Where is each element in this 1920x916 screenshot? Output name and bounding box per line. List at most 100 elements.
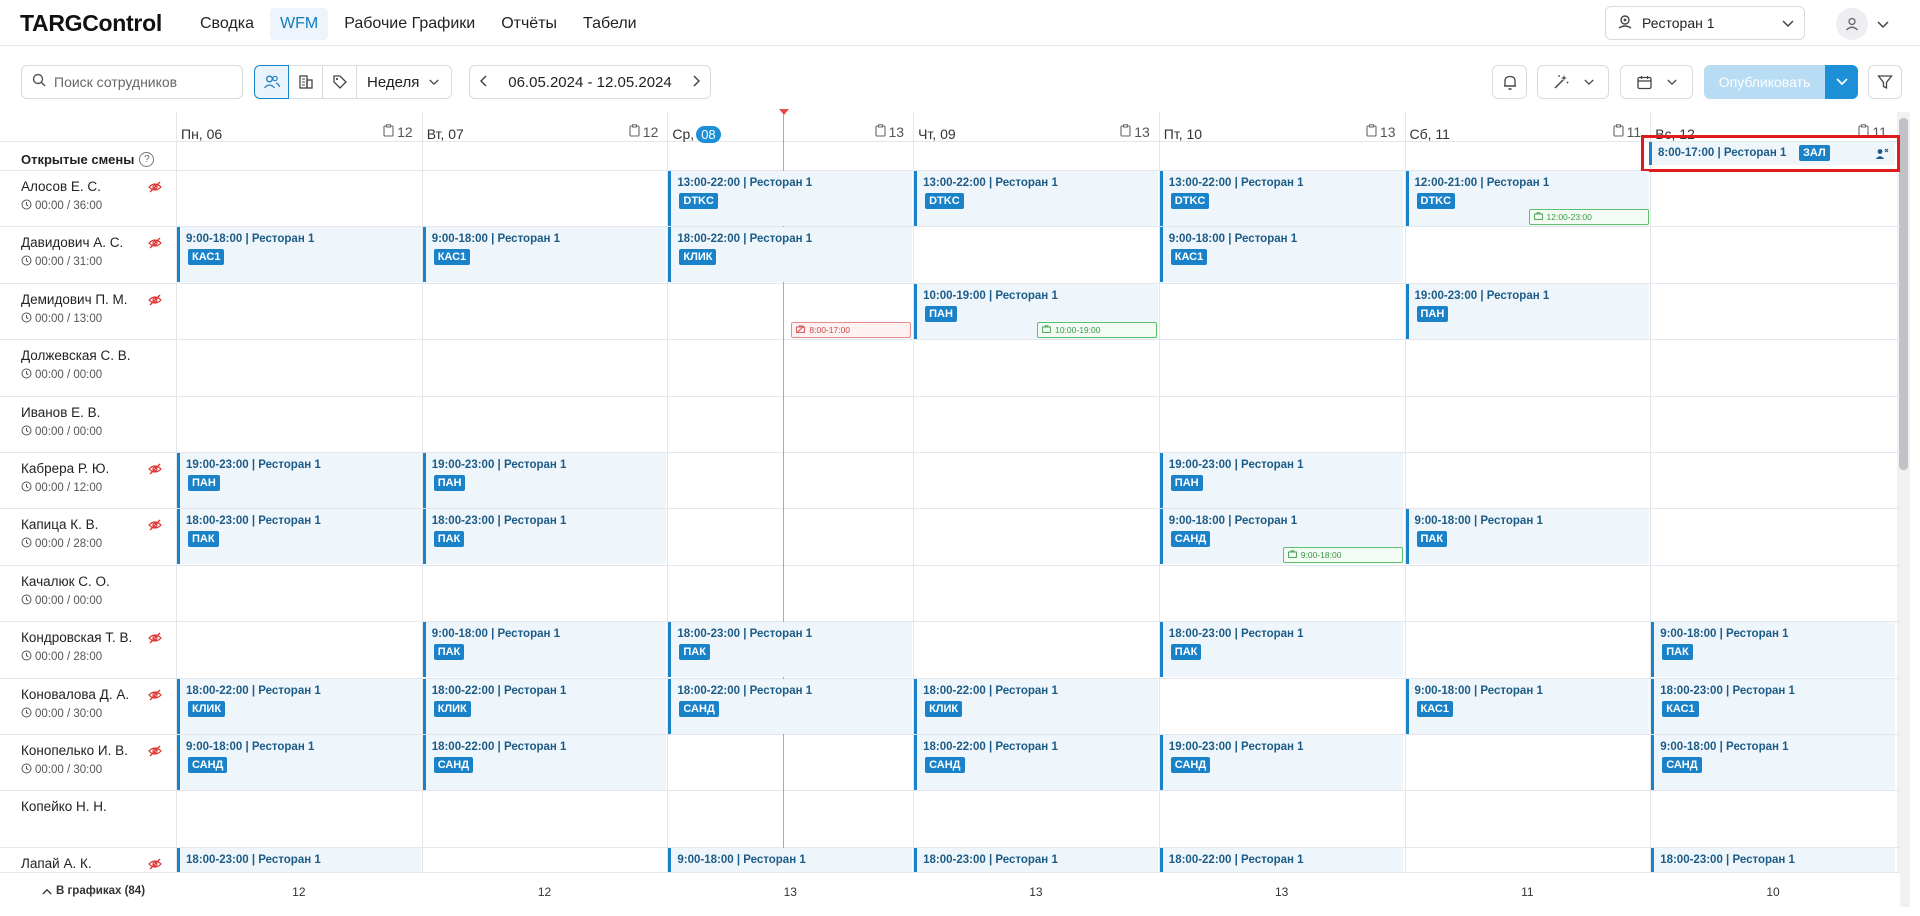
shift-card[interactable]: 18:00-23:00 | Ресторан 1 ПАК: [177, 509, 421, 565]
shift-card[interactable]: 9:00-18:00 | Ресторан 1 КАС1: [1405, 678, 1650, 734]
employee-cell[interactable]: Качалюк С. О. 00:00 / 00:00: [21, 574, 171, 608]
help-icon[interactable]: ?: [139, 152, 155, 167]
restaurant-select[interactable]: Ресторан 1: [1605, 6, 1805, 40]
auto-schedule-button[interactable]: [1537, 65, 1609, 99]
shift-card[interactable]: 18:00-23:00 | Ресторан 1: [914, 847, 1158, 872]
day-header[interactable]: Ср, 08 13: [672, 124, 912, 144]
user-avatar[interactable]: [1836, 8, 1868, 40]
shift-card[interactable]: 18:00-23:00 | Ресторан 1: [177, 847, 421, 872]
collapse-scheduled-toggle[interactable]: В графиках (84): [42, 885, 145, 897]
shift-card[interactable]: 18:00-22:00 | Ресторан 1 САНД: [422, 735, 667, 790]
shift-card[interactable]: 18:00-23:00 | Ресторан 1 КАС1: [1651, 678, 1895, 734]
day-header[interactable]: Сб, 11 11: [1410, 124, 1650, 144]
nav-link[interactable]: Отчёты: [491, 8, 567, 40]
shift-card[interactable]: 19:00-23:00 | Ресторан 1 ПАН: [422, 453, 667, 508]
shift-card[interactable]: 9:00-18:00 | Ресторан 1 ПАК: [422, 622, 667, 678]
shift-card[interactable]: 13:00-22:00 | Ресторан 1 DTKC: [914, 171, 1158, 226]
day-header[interactable]: Чт, 09 13: [918, 124, 1158, 144]
employee-cell[interactable]: Алосов Е. С. 00:00 / 36:00: [21, 179, 171, 213]
employee-cell[interactable]: Должевская С. В. 00:00 / 00:00: [21, 348, 171, 382]
shift-card[interactable]: 13:00-22:00 | Ресторан 1 DTKC: [1159, 171, 1404, 226]
shift-card[interactable]: 18:00-22:00 | Ресторан 1 САНД: [668, 678, 913, 734]
open-shift-card[interactable]: 8:00-17:00 | Ресторан 1 ЗАЛ: [1649, 142, 1895, 165]
employee-cell[interactable]: Коновалова Д. А. 00:00 / 30:00: [21, 687, 171, 721]
shift-card[interactable]: 18:00-23:00 | Ресторан 1 ПАК: [668, 622, 913, 678]
eye-off-icon[interactable]: [148, 236, 162, 254]
shift-card[interactable]: 9:00-18:00 | Ресторан 1: [668, 847, 913, 872]
publish-options-button[interactable]: [1825, 65, 1858, 99]
calendar-menu-button[interactable]: [1620, 65, 1693, 99]
publish-button[interactable]: Опубликовать: [1704, 65, 1825, 99]
employee-name[interactable]: Копейко Н. Н.: [21, 799, 171, 814]
eye-off-icon[interactable]: [148, 462, 162, 480]
availability-chip[interactable]: 9:00-18:00: [1282, 547, 1403, 564]
shift-card[interactable]: 19:00-23:00 | Ресторан 1 ПАН: [1159, 453, 1404, 508]
date-range-label[interactable]: 06.05.2024 - 12.05.2024: [508, 74, 671, 91]
search-input[interactable]: [54, 74, 234, 90]
day-header[interactable]: Пн, 06 12: [181, 124, 421, 144]
nav-link[interactable]: Сводка: [190, 8, 264, 40]
eye-off-icon[interactable]: [148, 744, 162, 762]
eye-off-icon[interactable]: [148, 293, 162, 311]
employee-cell[interactable]: Конопелько И. В. 00:00 / 30:00: [21, 743, 171, 777]
shift-card[interactable]: 13:00-22:00 | Ресторан 1 DTKC: [668, 171, 913, 226]
eye-off-icon[interactable]: [148, 688, 162, 706]
shift-card[interactable]: 9:00-18:00 | Ресторан 1 КАС1: [422, 227, 667, 283]
nav-link[interactable]: WFM: [270, 8, 329, 40]
shift-card[interactable]: 18:00-23:00 | Ресторан 1: [1651, 847, 1895, 872]
eye-off-icon[interactable]: [148, 631, 162, 649]
calendar-icon: [1637, 75, 1652, 89]
shift-card[interactable]: 18:00-22:00 | Ресторан 1 КЛИК: [914, 678, 1158, 734]
app-logo[interactable]: TARGControl: [20, 10, 162, 37]
employee-name[interactable]: Иванов Е. В.: [21, 405, 171, 420]
notifications-button[interactable]: [1492, 65, 1527, 99]
shift-card[interactable]: 9:00-18:00 | Ресторан 1 КАС1: [177, 227, 421, 283]
shift-card[interactable]: 18:00-23:00 | Ресторан 1 ПАК: [422, 509, 667, 565]
shift-card[interactable]: 19:00-23:00 | Ресторан 1 САНД: [1159, 735, 1404, 790]
employee-cell[interactable]: Давидович А. С. 00:00 / 31:00: [21, 235, 171, 269]
employee-name[interactable]: Должевская С. В.: [21, 348, 171, 363]
view-by-employees-button[interactable]: [254, 65, 289, 99]
user-menu-chevron-icon[interactable]: [1877, 16, 1889, 34]
unavailability-chip[interactable]: 8:00-17:00: [791, 321, 912, 338]
employee-cell[interactable]: Копейко Н. Н.: [21, 799, 171, 814]
day-header[interactable]: Вт, 07 12: [427, 124, 667, 144]
employee-cell[interactable]: Иванов Е. В. 00:00 / 00:00: [21, 405, 171, 439]
employee-cell[interactable]: Кабрера Р. Ю. 00:00 / 12:00: [21, 461, 171, 495]
assign-user-icon[interactable]: [1875, 147, 1889, 165]
day-header[interactable]: Пт, 10 13: [1164, 124, 1404, 144]
shift-card[interactable]: 18:00-22:00 | Ресторан 1 КЛИК: [668, 227, 913, 283]
shift-card[interactable]: 18:00-23:00 | Ресторан 1 ПАК: [1159, 622, 1404, 678]
view-by-locations-button[interactable]: [288, 65, 323, 99]
filter-button[interactable]: [1868, 65, 1902, 99]
employee-name[interactable]: Качалюк С. О.: [21, 574, 171, 589]
employee-cell[interactable]: Демидович П. М. 00:00 / 13:00: [21, 292, 171, 326]
eye-off-icon[interactable]: [148, 180, 162, 198]
shift-card[interactable]: 18:00-22:00 | Ресторан 1: [1159, 847, 1404, 872]
shift-card[interactable]: 18:00-22:00 | Ресторан 1 САНД: [914, 735, 1158, 790]
shift-card[interactable]: 19:00-23:00 | Ресторан 1 ПАН: [177, 453, 421, 508]
shift-time: 18:00-23:00 | Ресторан 1: [1660, 684, 1795, 697]
nav-link[interactable]: Рабочие Графики: [334, 8, 485, 40]
shift-card[interactable]: 9:00-18:00 | Ресторан 1 ПАК: [1405, 509, 1650, 565]
availability-chip[interactable]: 12:00-23:00: [1528, 209, 1649, 225]
view-by-tags-button[interactable]: [322, 65, 357, 99]
shift-card[interactable]: 18:00-22:00 | Ресторан 1 КЛИК: [177, 678, 421, 734]
availability-chip[interactable]: 10:00-19:00: [1037, 321, 1158, 338]
eye-off-icon[interactable]: [148, 518, 162, 536]
shift-card[interactable]: 18:00-22:00 | Ресторан 1 КЛИК: [422, 678, 667, 734]
nav-link[interactable]: Табели: [573, 8, 647, 40]
next-week-button[interactable]: [692, 74, 701, 91]
shift-card[interactable]: 9:00-18:00 | Ресторан 1 КАС1: [1159, 227, 1404, 283]
scrollbar-thumb[interactable]: [1899, 118, 1908, 470]
employee-cell[interactable]: Кондровская Т. В. 00:00 / 28:00: [21, 630, 171, 664]
shift-card[interactable]: 9:00-18:00 | Ресторан 1 САНД: [1651, 735, 1895, 790]
employee-cell[interactable]: Лапай А. К.: [21, 856, 171, 871]
employee-search[interactable]: [21, 65, 243, 99]
employee-cell[interactable]: Капица К. В. 00:00 / 28:00: [21, 517, 171, 551]
shift-card[interactable]: 19:00-23:00 | Ресторан 1 ПАН: [1405, 283, 1650, 339]
shift-card[interactable]: 9:00-18:00 | Ресторан 1 ПАК: [1651, 622, 1895, 678]
shift-card[interactable]: 9:00-18:00 | Ресторан 1 САНД: [177, 735, 421, 790]
prev-week-button[interactable]: [479, 74, 488, 91]
period-select[interactable]: Неделя: [356, 65, 452, 99]
